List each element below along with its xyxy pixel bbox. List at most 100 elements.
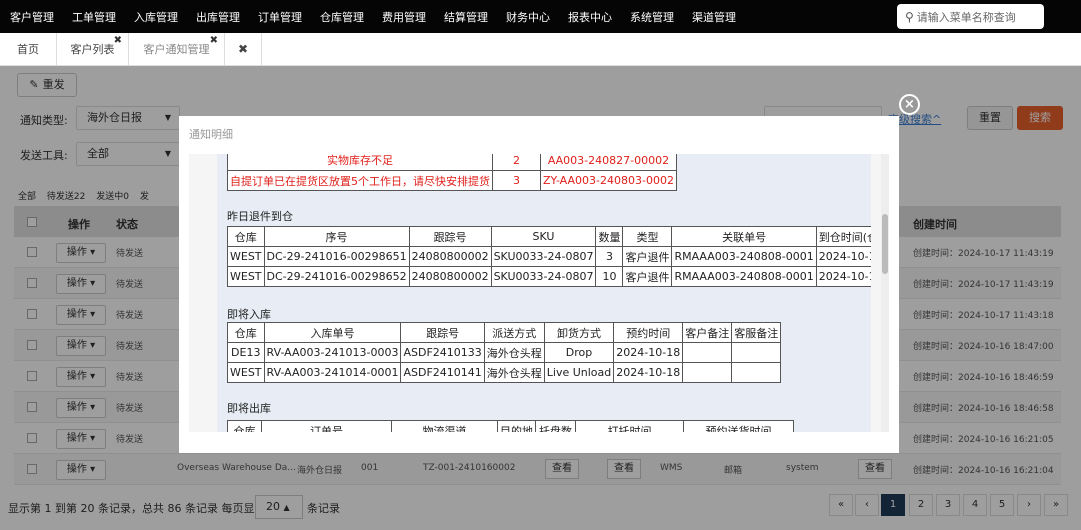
nav-item-reports[interactable]: 报表中心 <box>558 9 620 25</box>
inbound-cell <box>682 342 733 363</box>
inbound-header: 仓库 <box>227 322 265 343</box>
returns-cell: WEST <box>227 266 265 287</box>
nav-item-inbound[interactable]: 入库管理 <box>124 9 186 25</box>
nav-item-customers[interactable]: 客户管理 <box>0 9 62 25</box>
returns-cell: 24080800002 <box>408 246 492 267</box>
returns-cell: 客户退件 <box>622 266 673 287</box>
close-icon: × <box>904 97 915 112</box>
table-row: WEST RV-AA003-241014-0001 ASDF2410141 海外… <box>227 362 782 383</box>
inbound-cell: WEST <box>227 362 265 383</box>
table-row: 自提订单已在提货区放置5个工作日，请尽快安排提货 3 ZY-AA003-2408… <box>227 170 677 191</box>
returns-cell: 10 <box>595 266 624 287</box>
inbound-cell: 海外仓头程 <box>483 342 545 363</box>
inbound-cell: RV-AA003-241013-0003 <box>263 342 402 363</box>
notice-detail-modal: 通知明细 实物库存不足 2 AA003-240827-00002 自提订单已在提… <box>179 116 899 453</box>
returns-header: 到仓时间(仓库当地 <box>815 226 871 247</box>
table-header-row: 仓库 序号 跟踪号 SKU 数量 类型 关联单号 到仓时间(仓库当地 <box>227 226 871 247</box>
inbound-header: 客户备注 <box>682 322 733 343</box>
alert-ref: ZY-AA003-240803-0002 <box>540 170 677 191</box>
nav-item-tickets[interactable]: 工单管理 <box>62 9 124 25</box>
inbound-section-title: 即将入库 <box>227 308 271 321</box>
nav-item-settlement[interactable]: 结算管理 <box>434 9 496 25</box>
inbound-table: 仓库 入库单号 跟踪号 派送方式 卸货方式 预约时间 客户备注 客服备注 DE1… <box>227 322 782 383</box>
returns-cell: 3 <box>595 246 624 267</box>
menu-search-input[interactable]: ⚲ 请输入菜单名称查询 <box>897 4 1044 29</box>
inbound-header: 跟踪号 <box>400 322 485 343</box>
table-row: DE13 RV-AA003-241013-0003 ASDF2410133 海外… <box>227 342 782 363</box>
outbound-header: 订单号 <box>261 420 392 432</box>
inbound-header: 派送方式 <box>483 322 545 343</box>
modal-scrollbar[interactable] <box>881 154 889 432</box>
inbound-header: 预约时间 <box>613 322 684 343</box>
inbound-cell: ASDF2410141 <box>400 362 485 383</box>
alert-count: 3 <box>492 170 541 191</box>
nav-item-orders[interactable]: 订单管理 <box>248 9 310 25</box>
returns-header: 关联单号 <box>671 226 817 247</box>
modal-close-button[interactable]: × <box>899 94 920 115</box>
returns-cell: DC-29-241016-00298652 <box>263 266 410 287</box>
returns-cell: 2024-10-16 05:1 <box>815 246 871 267</box>
inbound-cell <box>731 342 782 363</box>
menu-search-placeholder: 请输入菜单名称查询 <box>916 10 1016 24</box>
inbound-cell: 海外仓头程 <box>483 362 545 383</box>
table-header-row: 仓库 入库单号 跟踪号 派送方式 卸货方式 预约时间 客户备注 客服备注 <box>227 322 782 343</box>
notice-content: 实物库存不足 2 AA003-240827-00002 自提订单已在提货区放置5… <box>217 154 871 432</box>
returns-cell: DC-29-241016-00298651 <box>263 246 410 267</box>
returns-cell: RMAAA003-240808-0001 <box>671 246 817 267</box>
search-icon: ⚲ <box>905 9 914 24</box>
returns-cell: 2024-10-16 05:2 <box>815 266 871 287</box>
nav-item-channels[interactable]: 渠道管理 <box>682 9 744 25</box>
table-row: 实物库存不足 2 AA003-240827-00002 <box>227 154 677 171</box>
close-icon: ✖ <box>237 42 249 56</box>
returns-header: SKU <box>490 226 597 247</box>
outbound-section-title: 即将出库 <box>227 402 271 415</box>
inbound-cell: 2024-10-18 <box>613 362 684 383</box>
alert-text: 实物库存不足 <box>227 154 493 171</box>
outbound-header: 托盘数 <box>535 420 576 432</box>
tab-customer-list-label: 客户列表 <box>70 43 115 56</box>
inbound-header: 入库单号 <box>263 322 402 343</box>
modal-title: 通知明细 <box>189 128 233 141</box>
inbound-cell <box>731 362 782 383</box>
returns-header: 序号 <box>263 226 410 247</box>
close-icon[interactable]: ✖ <box>210 24 218 57</box>
outbound-table: 仓库 订单号 物流渠道 目的地 托盘数 打托时间 预约送货时间 <box>227 420 794 432</box>
tab-notice-management[interactable]: 客户通知管理 ✖ <box>128 33 224 66</box>
returns-table: 仓库 序号 跟踪号 SKU 数量 类型 关联单号 到仓时间(仓库当地 WEST … <box>227 226 871 287</box>
tab-bar: 首页 客户列表 ✖ 客户通知管理 ✖ ✖ <box>0 33 1081 66</box>
table-header-row: 仓库 订单号 物流渠道 目的地 托盘数 打托时间 预约送货时间 <box>227 420 794 432</box>
returns-cell: SKU0033-24-0807 <box>490 266 597 287</box>
close-icon[interactable]: ✖ <box>114 24 122 57</box>
nav-item-warehouse[interactable]: 仓库管理 <box>310 9 372 25</box>
table-row: WEST DC-29-241016-00298652 24080800002 S… <box>227 266 871 287</box>
returns-cell: RMAAA003-240808-0001 <box>671 266 817 287</box>
inbound-cell: ASDF2410133 <box>400 342 485 363</box>
nav-item-finance[interactable]: 财务中心 <box>496 9 558 25</box>
returns-cell: 客户退件 <box>622 246 673 267</box>
returns-cell: SKU0033-24-0807 <box>490 246 597 267</box>
alert-table: 实物库存不足 2 AA003-240827-00002 自提订单已在提货区放置5… <box>227 154 677 191</box>
close-all-tabs-button[interactable]: ✖ <box>224 33 262 66</box>
outbound-header: 物流渠道 <box>391 420 498 432</box>
returns-section-title: 昨日退件到仓 <box>227 210 293 223</box>
nav-item-system[interactable]: 系统管理 <box>620 9 682 25</box>
tab-customer-list[interactable]: 客户列表 ✖ <box>56 33 128 66</box>
tab-home[interactable]: 首页 <box>0 33 56 66</box>
returns-header: 仓库 <box>227 226 265 247</box>
top-nav: 客户管理 工单管理 入库管理 出库管理 订单管理 仓库管理 费用管理 结算管理 … <box>0 0 1081 33</box>
returns-header: 类型 <box>622 226 673 247</box>
outbound-header: 预约送货时间 <box>683 420 794 432</box>
inbound-cell: Drop <box>543 342 615 363</box>
inbound-cell <box>682 362 733 383</box>
tab-notice-management-label: 客户通知管理 <box>143 43 210 56</box>
scrollbar-thumb[interactable] <box>882 214 888 274</box>
inbound-header: 客服备注 <box>731 322 782 343</box>
returns-header: 跟踪号 <box>408 226 492 247</box>
nav-item-fees[interactable]: 费用管理 <box>372 9 434 25</box>
alert-count: 2 <box>492 154 541 171</box>
tab-home-label: 首页 <box>17 43 39 56</box>
returns-cell: WEST <box>227 246 265 267</box>
outbound-header: 目的地 <box>497 420 536 432</box>
modal-body: 实物库存不足 2 AA003-240827-00002 自提订单已在提货区放置5… <box>189 154 881 432</box>
nav-item-outbound[interactable]: 出库管理 <box>186 9 248 25</box>
